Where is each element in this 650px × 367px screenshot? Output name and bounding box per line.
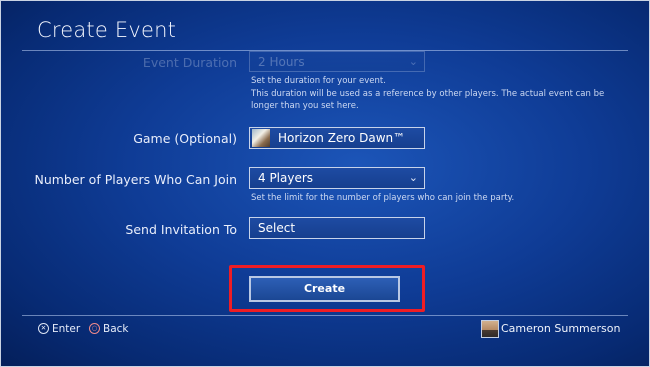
game-label: Game (Optional) (133, 131, 237, 146)
players-value: 4 Players (258, 171, 314, 185)
chevron-down-icon: ⌄ (408, 55, 418, 68)
page-title: Create Event (37, 18, 177, 42)
event-duration-select[interactable]: 2 Hours ⌄ (249, 51, 425, 72)
username: Cameron Summerson (501, 322, 621, 335)
invite-label: Send Invitation To (125, 222, 237, 237)
event-duration-description: Set the duration for your event. This du… (251, 75, 604, 113)
players-description: Set the limit for the number of players … (251, 193, 515, 203)
event-duration-label: Event Duration (142, 55, 237, 70)
players-label: Number of Players Who Can Join (34, 172, 237, 187)
game-thumbnail-icon (252, 129, 270, 147)
footer-back: ○ Back (89, 322, 129, 335)
cross-button-icon: ✕ (38, 322, 49, 334)
players-select[interactable]: 4 Players ⌄ (249, 167, 425, 189)
chevron-down-icon: ⌄ (408, 171, 418, 184)
event-duration-desc-line: Set the duration for your event. (251, 76, 386, 86)
footer-enter: ✕ Enter (38, 322, 81, 335)
event-duration-value: 2 Hours (258, 55, 305, 69)
game-value: Horizon Zero Dawn™ (278, 131, 406, 145)
footer-divider (22, 315, 628, 316)
event-duration-desc-line: This duration will be used as a referenc… (251, 88, 605, 99)
avatar (481, 320, 499, 338)
enter-label: Enter (52, 323, 81, 335)
invite-select[interactable]: Select (249, 217, 425, 239)
invite-value: Select (258, 221, 296, 235)
create-button[interactable]: Create (249, 276, 400, 302)
game-field[interactable]: Horizon Zero Dawn™ (249, 127, 425, 149)
event-duration-desc-line: longer than you set here. (251, 101, 359, 111)
circle-button-icon: ○ (89, 322, 100, 334)
back-label: Back (103, 323, 129, 335)
